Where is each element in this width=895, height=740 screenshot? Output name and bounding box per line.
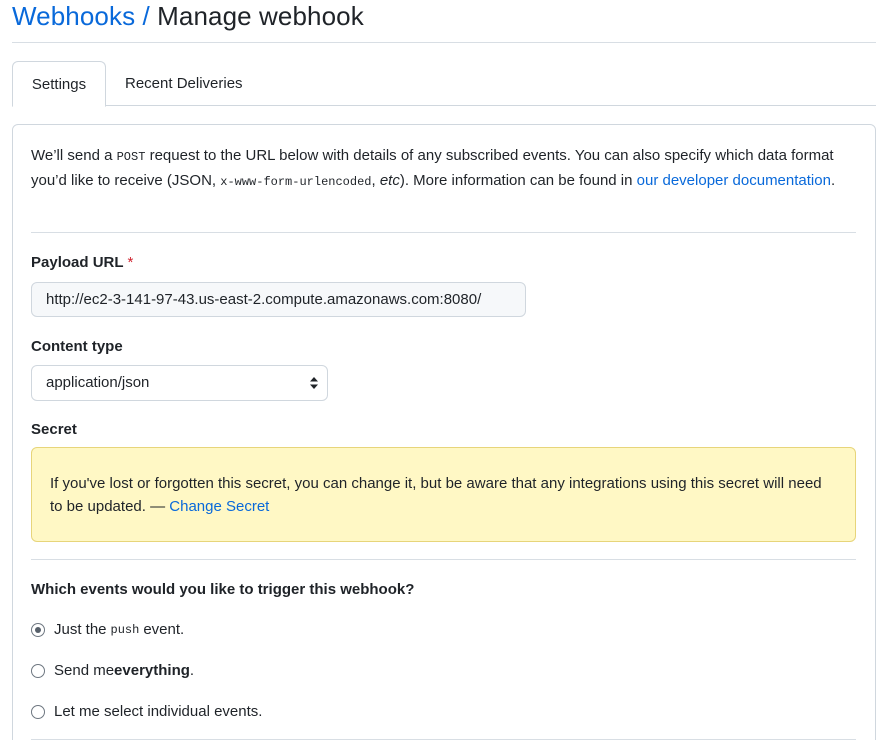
tab-bar: Settings Recent Deliveries — [12, 61, 876, 107]
developer-docs-link[interactable]: our developer documentation — [637, 172, 831, 189]
radio-just-push[interactable]: Just the push event. — [31, 621, 184, 638]
webhook-settings-panel: We’ll send a POST request to the URL bel… — [12, 124, 876, 740]
radio-send-everything[interactable]: Send me everything. — [31, 662, 194, 679]
page-title-text: Manage webhook — [157, 1, 364, 31]
radio-select-individual[interactable]: Let me select individual events. — [31, 703, 262, 720]
page-header: Webhooks / Manage webhook — [12, 0, 876, 43]
code-push: push — [110, 622, 140, 637]
payload-url-input[interactable] — [31, 282, 526, 317]
content-type-label: Content type — [31, 338, 123, 355]
code-post: POST — [116, 150, 146, 164]
tab-recent-deliveries[interactable]: Recent Deliveries — [125, 61, 243, 106]
radio-button[interactable] — [31, 663, 45, 678]
radio-button-checked[interactable] — [31, 622, 45, 637]
secret-label: Secret — [31, 421, 77, 438]
divider — [31, 559, 856, 560]
radio-button[interactable] — [31, 704, 45, 719]
divider — [31, 232, 856, 233]
change-secret-link[interactable]: Change Secret — [169, 498, 269, 515]
content-type-value: application/json — [46, 374, 150, 391]
events-question: Which events would you like to trigger t… — [31, 581, 415, 598]
intro-text: We’ll send a POST request to the URL bel… — [31, 147, 836, 189]
secret-warning-notice: If you've lost or forgotten this secret,… — [31, 447, 856, 542]
breadcrumb-webhooks[interactable]: Webhooks — [12, 1, 135, 31]
page-title: Webhooks / Manage webhook — [12, 0, 876, 32]
select-arrows-icon — [310, 377, 318, 389]
content-type-select[interactable]: application/json — [31, 365, 328, 401]
breadcrumb-separator: / — [142, 1, 150, 31]
code-form-urlencoded: x-www-form-urlencoded — [220, 175, 372, 189]
payload-url-label: Payload URL * — [31, 254, 134, 271]
tab-settings[interactable]: Settings — [12, 61, 106, 107]
required-mark: * — [127, 254, 134, 271]
